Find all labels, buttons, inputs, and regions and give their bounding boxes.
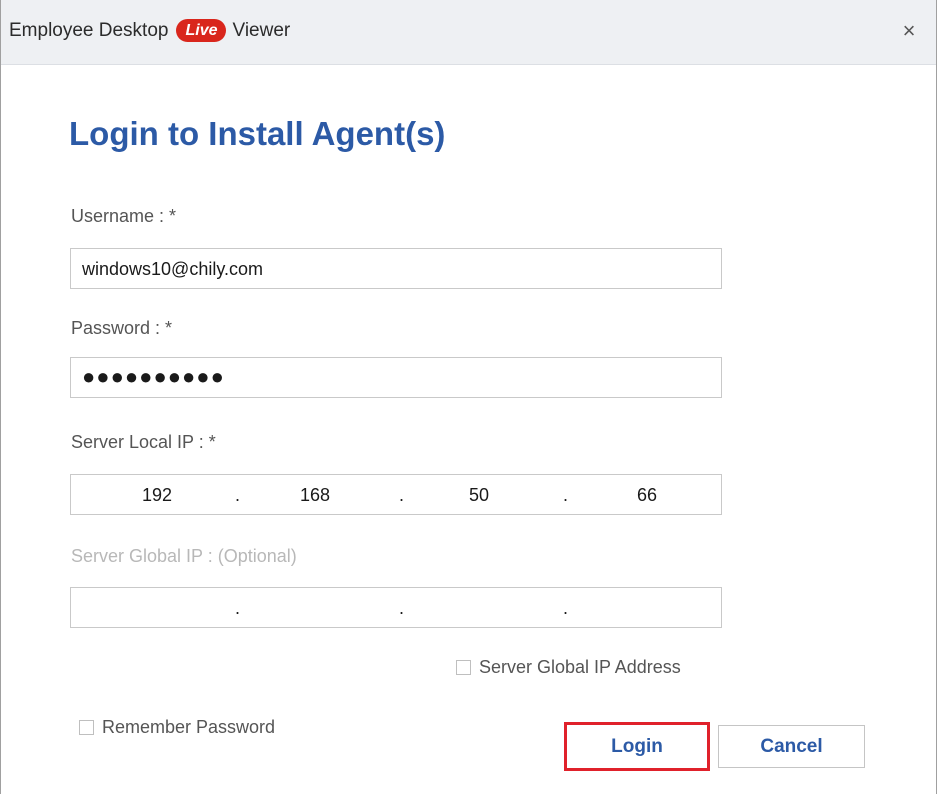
server-global-ip-label: Server Global IP : (Optional)	[71, 546, 297, 566]
ip-separator: .	[563, 485, 569, 505]
ip-separator: .	[399, 485, 405, 505]
ip-octet-3[interactable]: 50	[449, 485, 509, 506]
title-prefix: Employee Desktop	[9, 19, 169, 41]
checkbox-box[interactable]	[79, 720, 94, 735]
server-local-ip-field[interactable]: 192 . 168 . 50 . 66	[70, 474, 722, 515]
ip-separator: .	[235, 598, 241, 618]
username-value: windows10@chily.com	[82, 259, 264, 279]
password-masked-value: ●●●●●●●●●●	[82, 364, 225, 389]
cancel-button[interactable]: Cancel	[718, 725, 865, 768]
title-bar: Employee Desktop Live Viewer ×	[1, 0, 936, 65]
close-icon[interactable]: ×	[896, 18, 922, 44]
password-label: Password : *	[71, 318, 173, 338]
login-dialog: Employee Desktop Live Viewer × Login to …	[0, 0, 937, 794]
window-title: Employee Desktop Live Viewer	[9, 19, 290, 42]
ip-separator: .	[399, 598, 405, 618]
page-title: Login to Install Agent(s)	[69, 115, 446, 152]
ip-separator: .	[563, 598, 569, 618]
ip-separator: .	[235, 485, 241, 505]
server-local-ip-label: Server Local IP : *	[71, 432, 216, 452]
remember-password-label: Remember Password	[102, 717, 276, 737]
remember-password-checkbox[interactable]: Remember Password	[79, 717, 275, 738]
ip-octet-1[interactable]: 192	[127, 485, 187, 506]
password-field[interactable]: ●●●●●●●●●●	[70, 357, 722, 398]
username-field[interactable]: windows10@chily.com	[70, 248, 722, 289]
live-badge: Live	[176, 19, 227, 42]
checkbox-box[interactable]	[456, 660, 471, 675]
ip-octet-4[interactable]: 66	[617, 485, 677, 506]
server-global-ip-field[interactable]: . . .	[70, 587, 722, 628]
ip-octet-2[interactable]: 168	[285, 485, 345, 506]
title-suffix: Viewer	[232, 19, 291, 41]
username-label: Username : *	[71, 206, 177, 226]
server-global-ip-address-checkbox[interactable]: Server Global IP Address	[456, 657, 681, 678]
login-button[interactable]: Login	[564, 722, 710, 771]
server-global-ip-address-label: Server Global IP Address	[479, 657, 681, 677]
